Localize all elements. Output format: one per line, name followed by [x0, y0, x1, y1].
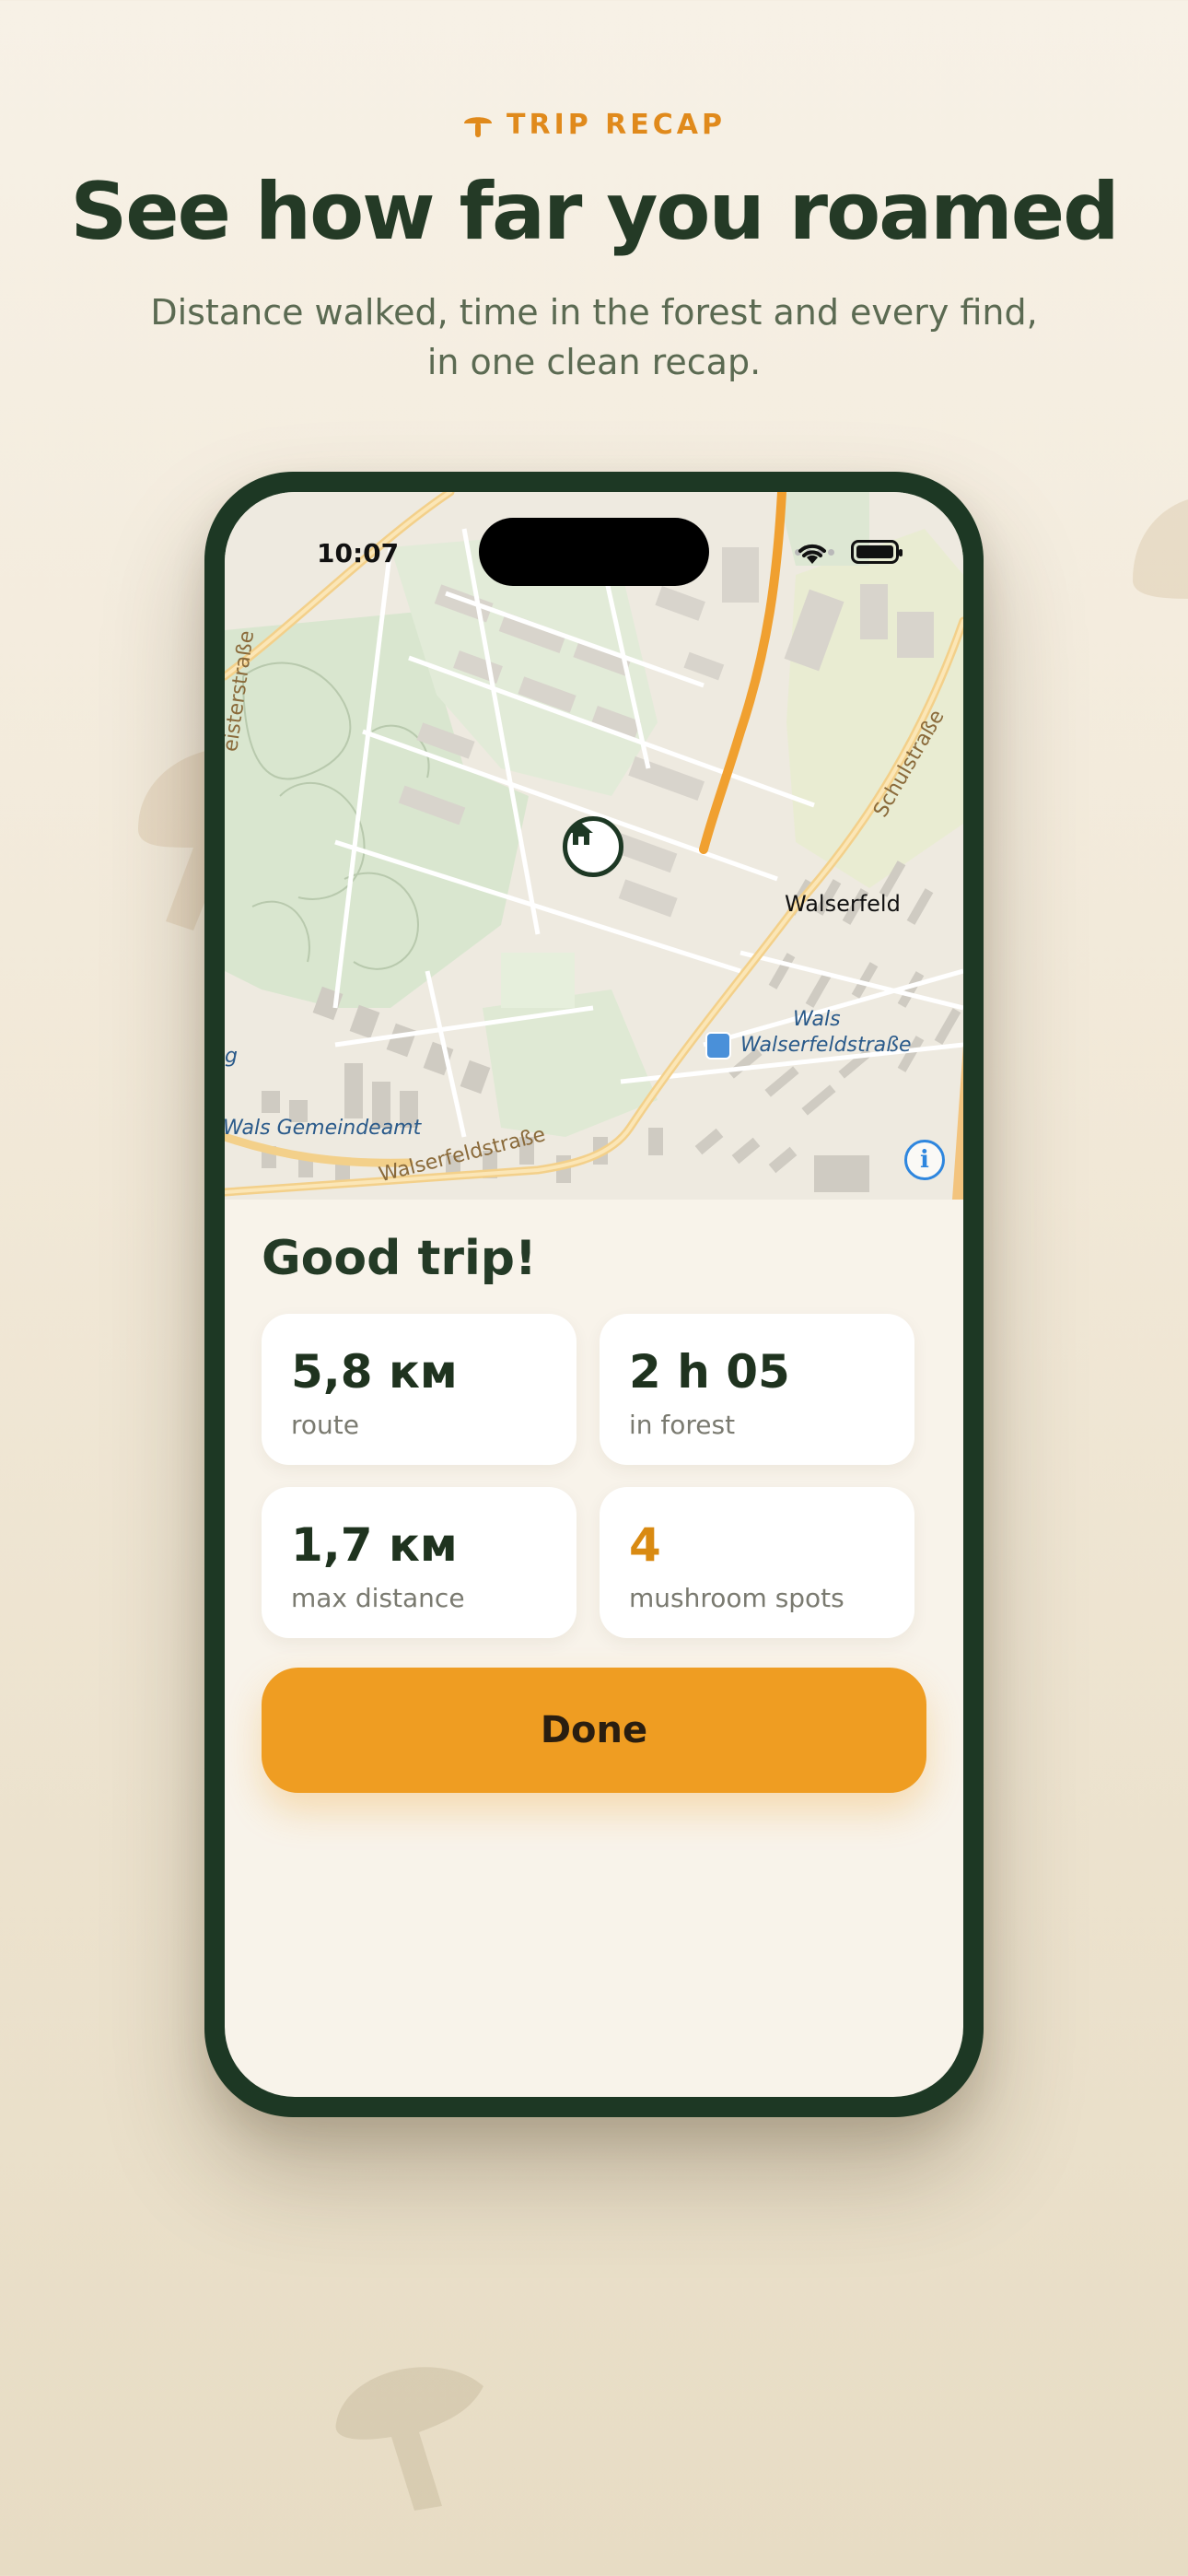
stat-label: route: [291, 1410, 359, 1440]
map-label-wals: Wals: [793, 1008, 841, 1031]
background-mushroom-icon: [1114, 479, 1188, 700]
stat-value: 2 h 05: [629, 1345, 790, 1399]
stat-value: 1,7 км: [291, 1518, 458, 1572]
stat-card-route: 5,8 км route: [262, 1314, 577, 1465]
map-label-edge-g: g: [225, 1045, 238, 1068]
stat-card-time-in-forest: 2 h 05 in forest: [600, 1314, 914, 1465]
eyebrow: TRIP RECAP: [0, 109, 1188, 141]
map-label-gemeindeamt: Wals Gemeindeamt: [225, 1117, 422, 1140]
summary-title: Good trip!: [262, 1231, 537, 1286]
headline: See how far you roamed: [70, 166, 1119, 258]
stat-label: mushroom spots: [629, 1583, 844, 1613]
background-mushroom-icon: [332, 2349, 488, 2515]
map-label-walserfeldstrasse-stop: Walserfeldstraße: [740, 1034, 912, 1057]
done-button[interactable]: Done: [262, 1668, 926, 1793]
stat-card-max-distance: 1,7 км max distance: [262, 1487, 577, 1638]
subhead-line: in one clean recap.: [426, 342, 762, 382]
stat-card-mushroom-spots: 4 mushroom spots: [600, 1487, 914, 1638]
subhead: Distance walked, time in the forest and …: [134, 287, 1054, 387]
status-icons: [795, 540, 903, 564]
phone-frame: 10:07 eisterstraße Schulstraße Walserfel…: [204, 472, 984, 2117]
stat-value: 4: [629, 1518, 661, 1572]
home-icon: [569, 823, 593, 845]
status-time: 10:07: [317, 538, 400, 568]
trip-map[interactable]: 10:07 eisterstraße Schulstraße Walserfel…: [225, 492, 963, 1200]
stat-value: 5,8 км: [291, 1345, 458, 1399]
stat-label: max distance: [291, 1583, 465, 1613]
info-icon[interactable]: i: [904, 1140, 945, 1180]
mushroom-icon: [464, 116, 492, 137]
phone-screen: 10:07 eisterstraße Schulstraße Walserfel…: [225, 492, 963, 2097]
home-pin[interactable]: [563, 816, 623, 877]
subhead-line: Distance walked, time in the forest and …: [150, 292, 1038, 333]
map-label-walserfeld: Walserfeld: [785, 891, 901, 917]
battery-icon: [851, 540, 903, 564]
eyebrow-label: TRIP RECAP: [507, 109, 726, 141]
wifi-icon: [798, 544, 826, 564]
dynamic-island: [479, 518, 709, 586]
stat-label: in forest: [629, 1410, 736, 1440]
bus-stop-icon[interactable]: [705, 1032, 731, 1060]
